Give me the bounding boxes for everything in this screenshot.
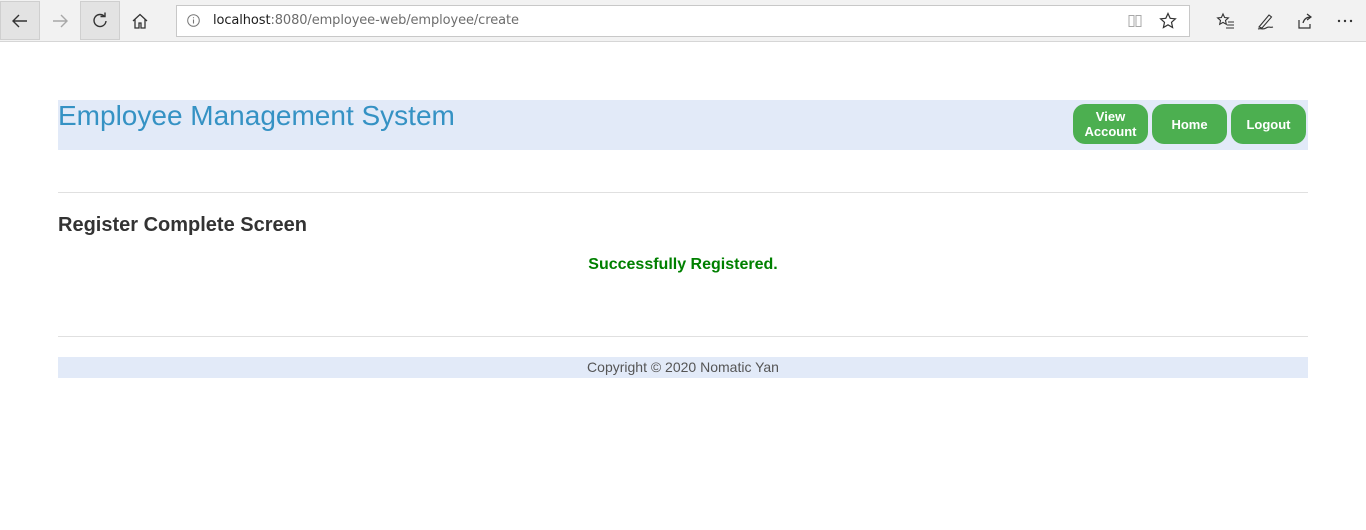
back-icon [12, 14, 27, 27]
more-icon [1337, 19, 1353, 22]
favorites-button[interactable] [1206, 1, 1246, 40]
refresh-icon [93, 12, 107, 27]
page-title: Register Complete Screen [58, 214, 307, 236]
share-button[interactable] [1285, 1, 1325, 40]
browser-toolbar: localhost:8080/employee-web/employee/cre… [0, 0, 1366, 42]
pen-icon [1257, 13, 1274, 30]
address-bar[interactable]: localhost:8080/employee-web/employee/cre… [176, 5, 1190, 37]
back-button[interactable] [0, 1, 40, 40]
home-button[interactable] [120, 1, 160, 40]
notes-button[interactable] [1246, 1, 1286, 40]
more-button[interactable] [1325, 1, 1365, 40]
view-account-button[interactable]: View Account [1073, 104, 1148, 144]
site-title: Employee Management System [58, 100, 455, 131]
logout-button[interactable]: Logout [1231, 104, 1306, 144]
reading-view-icon[interactable] [1127, 13, 1143, 29]
share-icon [1298, 13, 1312, 29]
divider-top [58, 192, 1308, 193]
favorite-star-icon[interactable] [1159, 12, 1177, 30]
divider-bottom [58, 336, 1308, 337]
refresh-button[interactable] [80, 1, 120, 40]
info-icon[interactable] [187, 14, 200, 27]
url-path: :8080/employee-web/employee/create [270, 13, 519, 28]
forward-icon [53, 14, 68, 27]
home-icon [132, 13, 148, 29]
home-nav-button[interactable]: Home [1152, 104, 1227, 144]
footer: Copyright © 2020 Nomatic Yan [58, 357, 1308, 378]
forward-button[interactable] [40, 1, 80, 40]
url-host: localhost [213, 13, 271, 28]
site-header: Employee Management System View Account … [58, 100, 1308, 150]
favorites-list-icon [1216, 12, 1234, 29]
url-text[interactable]: localhost:8080/employee-web/employee/cre… [213, 6, 519, 36]
success-message: Successfully Registered. [588, 256, 778, 273]
